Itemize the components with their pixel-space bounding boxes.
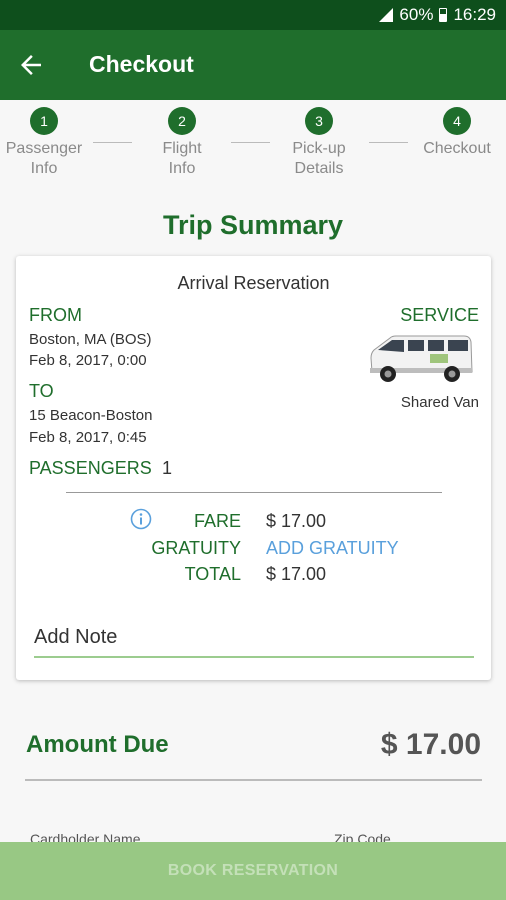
step-number: 1 (30, 107, 58, 135)
app-bar: Checkout (0, 30, 506, 100)
trip-summary-heading: Trip Summary (162, 210, 344, 240)
to-place: 15 Beacon-Boston (29, 407, 153, 424)
step-label: Flight Info (162, 140, 202, 177)
battery-percent: 60% (399, 5, 434, 24)
step-passenger-info[interactable]: 1 Passenger Info (0, 107, 94, 179)
step-connector (93, 142, 132, 143)
from-label: FROM (29, 305, 82, 325)
step-label: Passenger Info (5, 140, 83, 177)
to-time: Feb 8, 2017, 0:45 (29, 429, 147, 446)
from-place: Boston, MA (BOS) (29, 331, 152, 348)
clock: 16:29 (453, 5, 496, 24)
shared-van-image (370, 335, 473, 382)
from-time: Feb 8, 2017, 0:00 (29, 352, 147, 369)
service-name: Shared Van (400, 394, 479, 411)
add-gratuity-link[interactable]: ADD GRATUITY (266, 538, 399, 559)
amount-due-value: $ 17.00 (380, 728, 481, 761)
step-label: Checkout (423, 140, 491, 157)
passengers-label: PASSENGERS (29, 458, 152, 478)
to-label: TO (29, 381, 54, 401)
checkout-stepper: 1 Passenger Info 2 Flight Info 3 Pick-up De… (0, 100, 506, 190)
amount-due-label: Amount Due (26, 731, 169, 758)
passengers-count: 1 (162, 458, 173, 478)
service-label: SERVICE (400, 305, 479, 325)
fare-row: FARE $ 17.00 (16, 511, 491, 533)
signal-icon (379, 8, 394, 22)
total-label: TOTAL (184, 564, 241, 584)
fare-value: $ 17.00 (266, 511, 327, 531)
step-label: Pick-up Details (292, 140, 346, 177)
total-row: TOTAL $ 17.00 (16, 564, 491, 586)
book-reservation-button[interactable]: BOOK RESERVATION (0, 842, 506, 900)
step-connector (231, 142, 270, 143)
gratuity-row: GRATUITY ADD GRATUITY (16, 538, 491, 560)
add-note-input[interactable]: Add Note (34, 626, 474, 649)
back-arrow-icon[interactable] (16, 50, 46, 80)
fare-label: FARE (193, 511, 241, 531)
trip-summary-card: Arrival Reservation FROM Boston, MA (BOS… (16, 256, 491, 680)
step-number: 2 (168, 107, 196, 135)
step-checkout[interactable]: 4 Checkout (407, 107, 506, 159)
page-title: Checkout (89, 51, 194, 77)
step-connector (369, 142, 408, 143)
note-underline (34, 656, 474, 658)
step-number: 3 (305, 107, 333, 135)
card-divider (66, 492, 442, 493)
step-pickup-details[interactable]: 3 Pick-up Details (269, 107, 369, 179)
step-flight-info[interactable]: 2 Flight Info (132, 107, 232, 179)
status-bar: 60% 16:29 (0, 0, 506, 30)
amount-divider (25, 779, 482, 781)
step-number: 4 (443, 107, 471, 135)
battery-icon (439, 8, 448, 22)
gratuity-label: GRATUITY (151, 538, 241, 558)
reservation-type: Arrival Reservation (177, 273, 330, 293)
total-value: $ 17.00 (266, 564, 327, 584)
